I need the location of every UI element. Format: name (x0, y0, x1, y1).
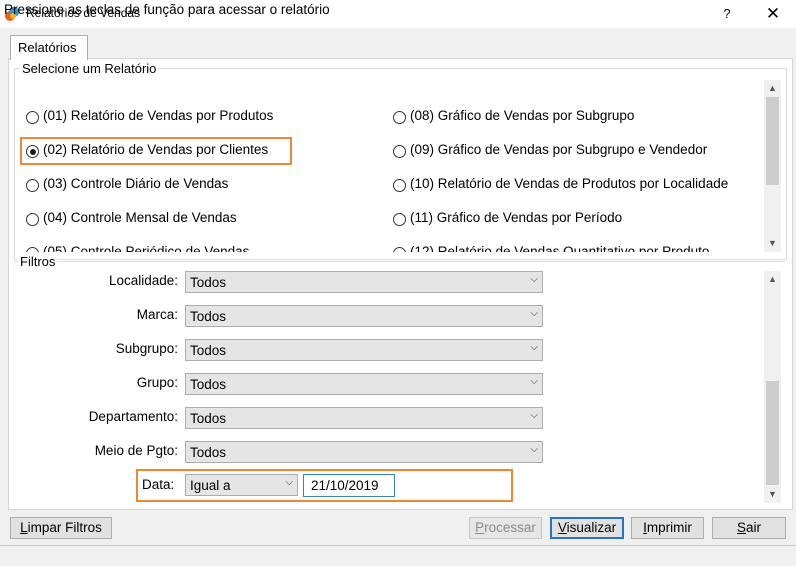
report-list: (01) Relatório de Vendas por Produtos (0… (16, 80, 760, 252)
print-button[interactable]: Imprimir (631, 517, 704, 539)
radio-button[interactable] (26, 213, 39, 226)
button-label: impar Filtros (27, 520, 102, 535)
filter-label-subgrupo: Subgrupo: (115, 341, 178, 356)
select-value: Todos (190, 275, 227, 290)
chevron-down-icon: ⌵ (285, 477, 293, 488)
radio-button[interactable] (26, 111, 39, 124)
select-value: Todos (190, 309, 227, 324)
radio-button[interactable] (393, 213, 406, 226)
radio-button[interactable] (393, 111, 406, 124)
exit-button[interactable]: Sair (712, 517, 786, 539)
filter-label-meio-pgto: Meio de Pgto: (94, 443, 178, 458)
clear-filters-button[interactable]: Limpar Filtros (10, 517, 112, 539)
meio-pgto-select[interactable]: Todos ⌵ (185, 441, 543, 463)
chevron-down-icon: ⌵ (530, 342, 538, 353)
report-scrollbar[interactable]: ▲ ▼ (764, 80, 781, 252)
preview-button[interactable]: Visualizar (550, 517, 624, 539)
chevron-down-icon: ⌵ (530, 274, 538, 285)
mnemonic: S (736, 520, 746, 535)
grupo-select[interactable]: Todos ⌵ (185, 373, 543, 395)
status-bar (0, 545, 796, 566)
scroll-thumb[interactable] (766, 97, 779, 185)
button-label: mprimir (646, 520, 692, 535)
filters-legend: Filtros (18, 254, 58, 269)
close-button[interactable]: ✕ (756, 0, 790, 28)
chevron-down-icon: ⌵ (530, 376, 538, 387)
filter-label-departamento: Departamento: (88, 409, 178, 424)
filter-label-grupo: Grupo: (136, 375, 178, 390)
report-group-legend: Selecione um Relatório (20, 61, 159, 76)
radio-label: (12) Relatório de Vendas Quantitativo po… (410, 244, 710, 252)
mnemonic: L (20, 520, 28, 535)
tab-relatorios[interactable]: Relatórios (10, 35, 88, 60)
chevron-down-icon: ⌵ (530, 444, 538, 455)
scroll-thumb[interactable] (766, 381, 779, 485)
tab-label: Relatórios (18, 40, 77, 55)
chevron-down-icon: ⌵ (530, 410, 538, 421)
radio-label: (08) Gráfico de Vendas por Subgrupo (410, 108, 635, 123)
process-button[interactable]: Processar (469, 517, 542, 539)
scroll-up-icon[interactable]: ▲ (764, 80, 781, 97)
radio-label: (11) Gráfico de Vendas por Período (410, 210, 623, 225)
button-label: isualizar (566, 520, 617, 535)
select-value: Todos (190, 411, 227, 426)
subgrupo-select[interactable]: Todos ⌵ (185, 339, 543, 361)
radio-button[interactable] (393, 179, 406, 192)
select-value: Todos (190, 377, 227, 392)
departamento-select[interactable]: Todos ⌵ (185, 407, 543, 429)
date-value: 21/10/2019 (311, 478, 379, 493)
radio-label: (05) Controle Periódico de Vendas (43, 244, 250, 252)
scroll-up-icon[interactable]: ▲ (764, 271, 781, 288)
localidade-select[interactable]: Todos ⌵ (185, 271, 543, 293)
radio-label: (10) Relatório de Vendas de Produtos por… (410, 176, 729, 191)
filter-label-localidade: Localidade: (108, 273, 178, 288)
mnemonic: P (475, 520, 485, 535)
button-label: air (746, 520, 762, 535)
status-text: Pressione as teclas de função para acess… (4, 2, 330, 17)
button-label: rocessar (484, 520, 536, 535)
filters-scrollbar[interactable]: ▲ ▼ (764, 271, 781, 503)
filter-label-marca: Marca: (136, 307, 178, 322)
date-operator-select[interactable]: Igual a ⌵ (185, 474, 298, 496)
select-value: Todos (190, 445, 227, 460)
radio-button[interactable] (393, 145, 406, 158)
radio-button[interactable] (26, 247, 39, 252)
marca-select[interactable]: Todos ⌵ (185, 305, 543, 327)
mnemonic: V (557, 520, 567, 535)
radio-label: (09) Gráfico de Vendas por Subgrupo e Ve… (410, 142, 708, 157)
radio-button[interactable] (26, 179, 39, 192)
filter-label-data: Data: (142, 477, 175, 492)
scroll-down-icon[interactable]: ▼ (764, 235, 781, 252)
select-value: Igual a (190, 478, 231, 493)
radio-button[interactable] (393, 247, 406, 252)
radio-label: (03) Controle Diário de Vendas (43, 176, 229, 191)
selected-report-highlight (20, 137, 292, 165)
scroll-down-icon[interactable]: ▼ (764, 486, 781, 503)
help-button[interactable]: ? (712, 0, 742, 28)
radio-label: (01) Relatório de Vendas por Produtos (43, 108, 274, 123)
radio-label: (04) Controle Mensal de Vendas (43, 210, 237, 225)
select-value: Todos (190, 343, 227, 358)
date-input[interactable]: 21/10/2019 (303, 474, 395, 497)
chevron-down-icon: ⌵ (530, 308, 538, 319)
